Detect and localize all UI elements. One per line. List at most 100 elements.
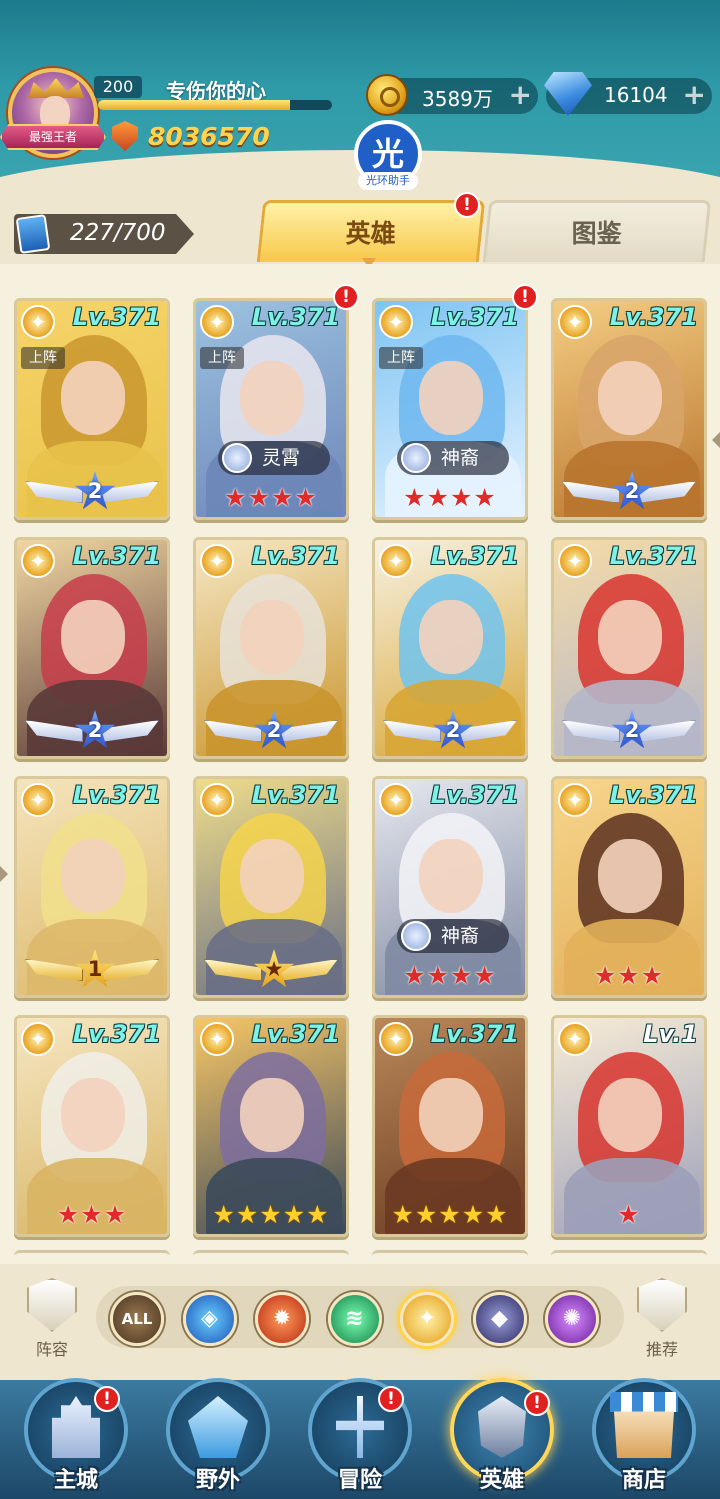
deployed-badge: 上阵 xyxy=(200,347,244,369)
light-element-icon: ✦ xyxy=(558,305,592,339)
faction-label: 神裔 xyxy=(441,447,480,469)
star-icon: ★ xyxy=(473,483,497,512)
star-icon: ★ xyxy=(450,483,474,512)
faction-icon xyxy=(401,921,431,951)
hero-face xyxy=(598,600,662,674)
filter-all-button[interactable]: ALL xyxy=(110,1292,164,1346)
hero-card[interactable]: ✦ Lv.371 ★★★ xyxy=(14,1015,170,1237)
add-diamond-button[interactable]: + xyxy=(683,80,706,110)
light-element-icon: ✦ xyxy=(200,544,234,578)
star-icon: ★ xyxy=(403,961,427,990)
hero-face xyxy=(61,600,125,674)
exp-fill xyxy=(98,100,290,110)
diamond-value: 16104 xyxy=(604,83,668,107)
hero-card[interactable]: ✦ Lv.371 上阵 2 xyxy=(14,298,170,520)
hero-card[interactable]: ✦ Lv.371 1 xyxy=(14,776,170,998)
aura-helper-label: 光环助手 xyxy=(358,172,418,190)
star-icon: ★ xyxy=(103,1200,128,1229)
hero-level: Lv.371 xyxy=(251,303,340,331)
filter-light-button[interactable]: ✦ xyxy=(400,1292,454,1346)
next-row-card xyxy=(551,1250,707,1260)
star-icon: ★ xyxy=(640,961,665,990)
hero-level: Lv.371 xyxy=(609,781,698,809)
next-row-card xyxy=(14,1250,170,1260)
chaos-element-icon: ✺ xyxy=(562,1306,582,1331)
star-rating: ★★★★ xyxy=(375,483,525,513)
light-element-icon: ✦ xyxy=(558,1022,592,1056)
hero-level: Lv.371 xyxy=(72,542,161,570)
hero-card[interactable]: ✦ Lv.371 上阵 神裔 ★★★★ xyxy=(372,298,528,520)
light-element-icon: ✦ xyxy=(21,305,55,339)
hero-card[interactable]: ✦ Lv.371 上阵 灵霄 ★★★★ xyxy=(193,298,349,520)
light-element-icon: ✦ xyxy=(21,544,55,578)
aura-helper-button[interactable]: 光 光环助手 xyxy=(350,120,426,196)
faction-tag: 灵霄 xyxy=(218,441,330,475)
diamond-icon xyxy=(544,72,592,116)
filter-chaos-button[interactable]: ✺ xyxy=(545,1292,599,1346)
player-level: 200 xyxy=(94,76,142,98)
hero-card[interactable]: ✦ Lv.1 ★ xyxy=(551,1015,707,1237)
hero-face xyxy=(61,361,125,435)
star-rating: ★★★★★ xyxy=(196,1200,346,1230)
nav-shop[interactable]: 商店 xyxy=(582,1378,706,1499)
faction-tag: 神裔 xyxy=(397,441,509,475)
hero-card[interactable]: ✦ Lv.371 2 xyxy=(551,537,707,759)
filter-fire-button[interactable]: ✹ xyxy=(255,1292,309,1346)
star-icon: ★ xyxy=(414,1200,439,1229)
recommend-button[interactable]: 推荐 xyxy=(626,1278,698,1368)
hero-card[interactable]: ✦ Lv.371 ★★★★★ xyxy=(193,1015,349,1237)
light-element-icon: ✦ xyxy=(379,544,413,578)
element-filter-bar: 阵容 ALL ◈ ✹ ≋ ✦ ◆ ✺ 推荐 xyxy=(0,1264,720,1380)
hero-card[interactable]: ✦ Lv.371 神裔 ★★★★ xyxy=(372,776,528,998)
power-icon xyxy=(112,121,138,151)
hero-card[interactable]: ✦ Lv.371 2 xyxy=(551,298,707,520)
tab-heroes[interactable]: 英雄 xyxy=(256,200,486,262)
hero-card[interactable]: ✦ Lv.371 2 xyxy=(14,537,170,759)
hero-card[interactable]: ✦ Lv.371 ★ xyxy=(193,776,349,998)
hero-level: Lv.371 xyxy=(251,781,340,809)
hero-level: Lv.371 xyxy=(430,542,519,570)
light-element-icon: ✦ xyxy=(200,783,234,817)
filter-dark-button[interactable]: ◆ xyxy=(472,1292,527,1346)
light-element-icon: ✦ xyxy=(417,1306,437,1331)
hero-card[interactable]: ✦ Lv.371 ★★★★★ xyxy=(372,1015,528,1237)
lineup-button[interactable]: 阵容 xyxy=(16,1278,88,1368)
awaken-badge: 2 xyxy=(554,471,704,515)
hero-face xyxy=(240,361,304,435)
light-element-icon: ✦ xyxy=(379,305,413,339)
hero-card[interactable]: ✦ Lv.371 2 xyxy=(372,537,528,759)
hero-level: Lv.371 xyxy=(430,781,519,809)
hero-face xyxy=(598,1078,662,1152)
tab-codex-label: 图鉴 xyxy=(571,219,622,248)
hero-level: Lv.371 xyxy=(72,303,161,331)
tab-heroes-label: 英雄 xyxy=(345,219,396,248)
lineup-icon xyxy=(27,1278,77,1332)
hero-face xyxy=(240,600,304,674)
star-icon: ★ xyxy=(391,1200,415,1229)
hero-alert-icon: ! xyxy=(333,284,359,310)
add-gold-button[interactable]: + xyxy=(509,80,532,110)
shop-awning-icon xyxy=(610,1392,678,1412)
nav-wild-label: 野外 xyxy=(195,1468,240,1493)
nav-wild[interactable]: 野外 xyxy=(156,1378,280,1499)
light-element-icon: ✦ xyxy=(379,783,413,817)
filter-wind-button[interactable]: ≋ xyxy=(327,1292,382,1346)
awaken-badge: 2 xyxy=(196,710,346,754)
hero-level: Lv.371 xyxy=(430,1020,519,1048)
filter-water-button[interactable]: ◈ xyxy=(182,1292,237,1346)
star-icon: ★ xyxy=(403,483,427,512)
awaken-level: 2 xyxy=(266,718,282,742)
hero-card[interactable]: ✦ Lv.371 2 xyxy=(193,537,349,759)
star-rating: ★★★ xyxy=(17,1200,167,1230)
tab-codex[interactable]: 图鉴 xyxy=(482,200,712,262)
hero-card[interactable]: ✦ Lv.371 ★★★ xyxy=(551,776,707,998)
hero-face xyxy=(419,361,483,435)
faction-icon xyxy=(401,443,431,473)
hero-level: Lv.371 xyxy=(609,303,698,331)
awaken-level: 2 xyxy=(87,718,103,742)
recommend-label: 推荐 xyxy=(645,1340,678,1359)
awaken-level: 2 xyxy=(87,479,103,503)
awaken-level: ★ xyxy=(264,957,284,981)
gold-value: 3589万 xyxy=(422,87,493,111)
hero-level: Lv.371 xyxy=(72,1020,161,1048)
